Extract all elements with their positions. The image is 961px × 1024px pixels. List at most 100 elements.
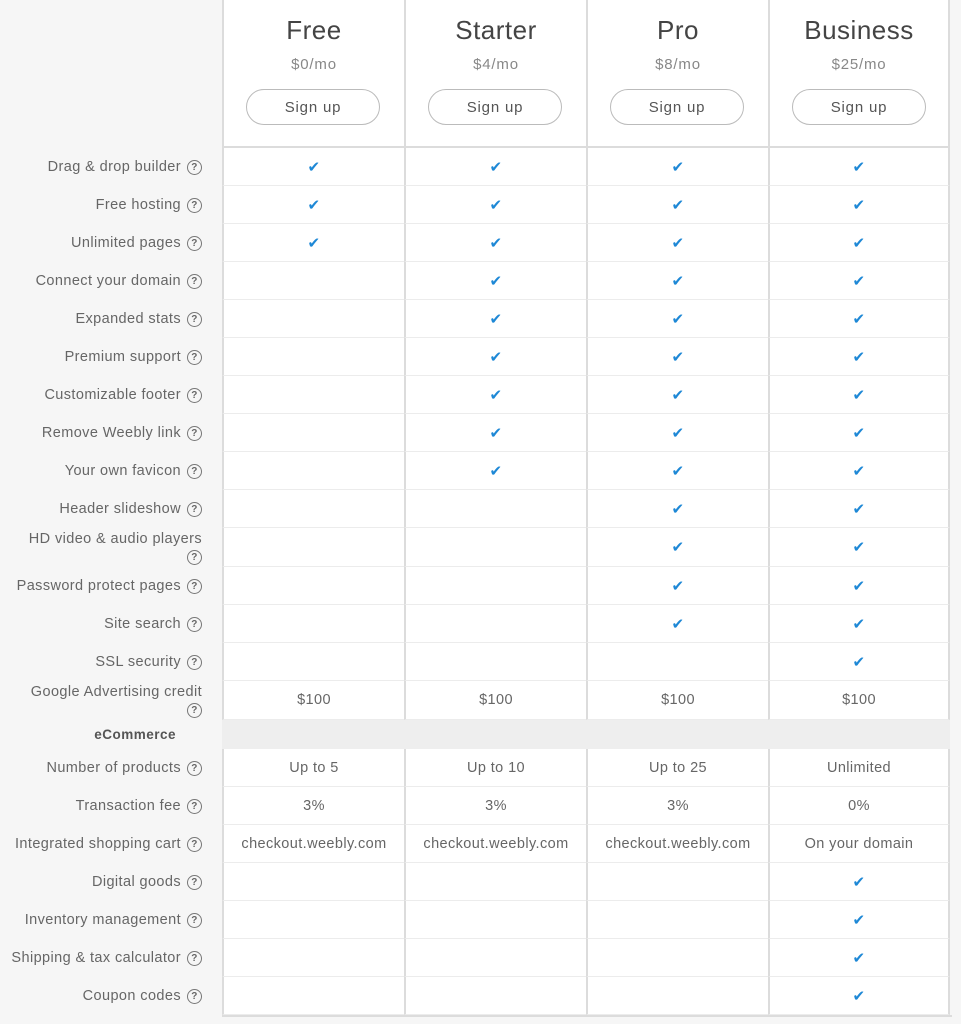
feature-row-customizable-footer: Customizable footer? ✔ ✔ ✔ — [0, 376, 961, 414]
help-icon[interactable]: ? — [187, 387, 202, 403]
plan-cell-business: ✔ — [768, 490, 950, 528]
plan-cell-business: ✔ — [768, 528, 950, 567]
help-icon[interactable]: ? — [187, 798, 202, 814]
plan-price: $8/mo — [655, 56, 701, 73]
cell-value: Up to 5 — [289, 759, 339, 776]
check-icon: ✔ — [852, 539, 866, 556]
plan-cell-pro: ✔ — [586, 186, 768, 224]
feature-label-text: HD video & audio players — [28, 531, 202, 547]
cell-value: $100 — [661, 692, 695, 708]
signup-button-free[interactable]: Sign up — [246, 89, 380, 125]
plan-header-free: Free $0/mo Sign up — [222, 0, 404, 148]
plan-cell-free — [222, 863, 404, 901]
signup-button-pro[interactable]: Sign up — [610, 89, 744, 125]
feature-label-text: Digital goods — [91, 874, 181, 890]
help-icon[interactable]: ? — [187, 273, 202, 289]
check-icon: ✔ — [852, 987, 866, 1005]
plan-cell-free: ✔ — [222, 224, 404, 262]
cell-value: Up to 10 — [466, 759, 525, 776]
help-icon[interactable]: ? — [187, 197, 202, 213]
feature-label: Free hosting? — [0, 186, 222, 224]
feature-label: Transaction fee? — [0, 787, 222, 825]
plan-cell-starter: ✔ — [404, 262, 586, 300]
feature-label-text: Premium support — [64, 349, 181, 365]
plan-cell-starter — [404, 939, 586, 977]
check-icon: ✔ — [852, 196, 866, 214]
feature-row-inventory-management: Inventory management? ✔ — [0, 901, 961, 939]
plan-cell-starter: ✔ — [404, 300, 586, 338]
plan-cell-business: ✔ — [768, 338, 950, 376]
help-icon[interactable]: ? — [187, 235, 202, 251]
plan-cell-free — [222, 567, 404, 605]
feature-row-unlimited-pages: Unlimited pages? ✔ ✔ ✔ ✔ — [0, 224, 961, 262]
plan-cell-free — [222, 939, 404, 977]
plan-cell-business: 0% — [768, 787, 950, 825]
plan-cell-starter — [404, 977, 586, 1015]
feature-label-text: Header slideshow — [59, 501, 181, 517]
plan-cell-free — [222, 452, 404, 490]
feature-row-connect-your-domain: Connect your domain? ✔ ✔ ✔ — [0, 262, 961, 300]
feature-row-drag-drop-builder: Drag & drop builder? ✔ ✔ ✔ ✔ — [0, 148, 961, 186]
plan-name: Starter — [455, 15, 537, 45]
plan-cell-business: ✔ — [768, 977, 950, 1015]
cell-value: 3% — [485, 797, 507, 814]
feature-label-text: Number of products — [46, 760, 181, 776]
plan-cell-business: Unlimited — [768, 749, 950, 787]
plan-cell-starter — [404, 567, 586, 605]
help-icon[interactable]: ? — [187, 578, 202, 594]
feature-label: Header slideshow? — [0, 490, 222, 528]
help-icon[interactable]: ? — [187, 550, 202, 565]
cell-value: 3% — [667, 797, 689, 814]
feature-label-text: Inventory management — [24, 912, 181, 928]
help-icon[interactable]: ? — [187, 874, 202, 890]
feature-row-google-advertising-credit: Google Advertising credit? $100 $100 $100 $1… — [0, 681, 961, 720]
check-icon: ✔ — [852, 873, 866, 891]
feature-label-text: Expanded stats — [75, 311, 181, 327]
help-icon[interactable]: ? — [187, 988, 202, 1004]
plan-cell-starter: ✔ — [404, 452, 586, 490]
feature-label: Integrated shopping cart? — [0, 825, 222, 863]
check-icon: ✔ — [671, 158, 685, 176]
check-icon: ✔ — [671, 196, 685, 214]
help-icon[interactable]: ? — [187, 425, 202, 441]
check-icon: ✔ — [852, 310, 866, 328]
help-icon[interactable]: ? — [187, 760, 202, 776]
help-icon[interactable]: ? — [187, 311, 202, 327]
help-icon[interactable]: ? — [187, 349, 202, 365]
feature-label: Premium support? — [0, 338, 222, 376]
plan-cell-pro: ✔ — [586, 528, 768, 567]
plan-header-row: Free $0/mo Sign up Starter $4/mo Sign up… — [0, 0, 961, 148]
plan-cell-pro: ✔ — [586, 414, 768, 452]
feature-label-text: Drag & drop builder — [47, 159, 181, 175]
help-icon[interactable]: ? — [187, 836, 202, 852]
check-icon: ✔ — [671, 234, 685, 252]
plan-cell-free: ✔ — [222, 148, 404, 186]
feature-label: HD video & audio players? — [0, 528, 222, 567]
help-icon[interactable]: ? — [187, 501, 202, 517]
plan-cell-pro: ✔ — [586, 452, 768, 490]
plan-cell-free — [222, 490, 404, 528]
help-icon[interactable]: ? — [187, 912, 202, 928]
signup-button-business[interactable]: Sign up — [792, 89, 926, 125]
help-icon[interactable]: ? — [187, 463, 202, 479]
help-icon[interactable]: ? — [187, 616, 202, 632]
plan-cell-pro: 3% — [586, 787, 768, 825]
help-icon[interactable]: ? — [187, 703, 202, 718]
cell-value: On your domain — [804, 835, 914, 852]
plan-cell-pro — [586, 643, 768, 681]
plan-cell-pro: ✔ — [586, 338, 768, 376]
section-band — [222, 720, 950, 749]
pricing-table: Free $0/mo Sign up Starter $4/mo Sign up… — [0, 0, 961, 1024]
plan-cell-free — [222, 977, 404, 1015]
check-icon: ✔ — [852, 348, 866, 366]
help-icon[interactable]: ? — [187, 950, 202, 966]
plan-cell-business: ✔ — [768, 414, 950, 452]
plan-header-pro: Pro $8/mo Sign up — [586, 0, 768, 148]
check-icon: ✔ — [671, 500, 685, 518]
feature-label-text: Remove Weebly link — [41, 425, 181, 441]
check-icon: ✔ — [489, 348, 503, 366]
signup-button-starter[interactable]: Sign up — [428, 89, 562, 125]
check-icon: ✔ — [489, 462, 503, 480]
help-icon[interactable]: ? — [187, 654, 202, 670]
help-icon[interactable]: ? — [187, 159, 202, 175]
